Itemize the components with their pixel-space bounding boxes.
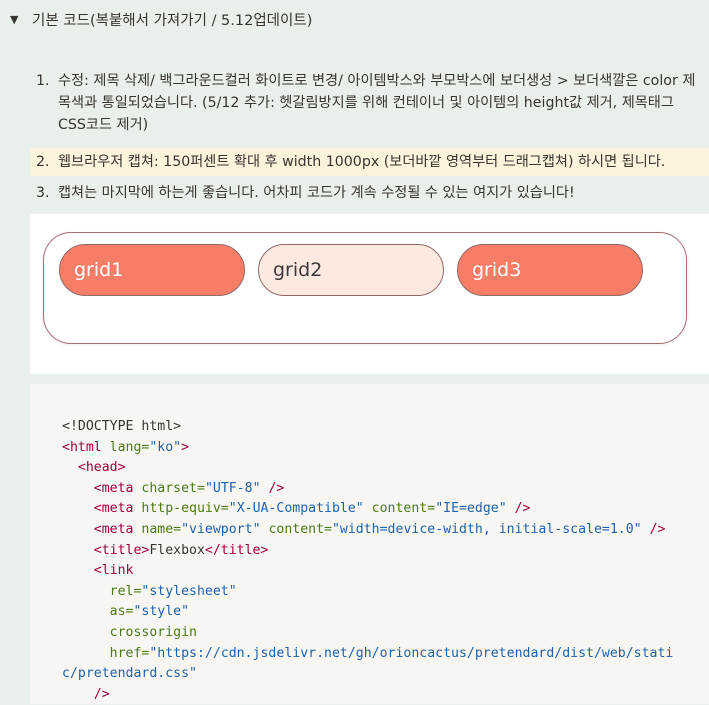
code-token: "IE=edge" <box>435 501 507 517</box>
code-token: rel= <box>109 583 142 599</box>
code-token: "viewport" <box>181 521 261 537</box>
code-token: /> <box>93 686 110 702</box>
code-line: crossorigin <box>62 623 702 644</box>
code-token: href= <box>109 645 150 661</box>
toggle-title: 기본 코드(복붙해서 가져가기 / 5.12업데이트) <box>32 12 313 29</box>
code-token: "ko" <box>149 439 182 455</box>
code-token: "X-UA-Compatible" <box>228 501 364 517</box>
code-line: <link <box>62 561 702 582</box>
code-token: /> <box>641 521 666 537</box>
code-token: <meta <box>93 480 134 496</box>
flexbox-preview-image: grid1 grid2 grid3 <box>30 214 709 374</box>
code-line: <meta charset="UTF-8" /> <box>62 479 702 500</box>
code-token: charset= <box>133 480 205 496</box>
code-token: lang= <box>101 439 150 455</box>
code-token: /> <box>260 480 285 496</box>
code-line: /> <box>62 685 702 705</box>
code-token: c/pretendard.css" <box>62 666 197 682</box>
list-number: 3. <box>36 185 50 201</box>
code-lines: <!DOCTYPE html> <html lang="ko"> <head> … <box>62 417 702 705</box>
code-token: name= <box>133 521 182 537</box>
toggle-block-header[interactable]: ▼ 기본 코드(복붙해서 가져가기 / 5.12업데이트) <box>0 0 709 38</box>
code-line: <meta http-equiv="X-UA-Compatible" conte… <box>62 499 702 520</box>
code-line: <head> <box>62 458 702 479</box>
code-token: <meta <box>93 501 134 517</box>
code-line: rel="stylesheet" <box>62 582 702 603</box>
code-token: Flexbox <box>149 542 205 558</box>
code-token: "width=device-width, initial-scale=1.0" <box>331 521 642 537</box>
grid-item-3: grid3 <box>457 244 643 296</box>
code-token: "https://cdn.jsdelivr.net/gh/orioncactus… <box>149 645 674 661</box>
code-token: </title> <box>204 542 269 558</box>
list-text: 캡쳐는 마지막에 하는게 좋습니다. 어차피 코드가 계속 수정될 수 있는 여… <box>58 185 575 201</box>
code-line: href="https://cdn.jsdelivr.net/gh/orionc… <box>62 644 702 665</box>
list-number: 2. <box>36 154 50 170</box>
code-token: "style" <box>133 604 190 620</box>
list-text: 웹브라우저 캡쳐: 150퍼센트 확대 후 width 1000px (보더바깥… <box>58 154 666 170</box>
code-token: <title> <box>93 542 150 558</box>
code-token: as= <box>109 604 134 620</box>
grid-item-2: grid2 <box>258 244 444 296</box>
code-token: <html <box>62 439 102 455</box>
code-line: <html lang="ko"> <box>62 438 702 459</box>
code-block[interactable]: <!DOCTYPE html> <html lang="ko"> <head> … <box>30 384 709 704</box>
code-line: <title>Flexbox</title> <box>62 541 702 562</box>
numbered-list: 1. 수정: 제목 삭제/ 백그라운드컬러 화이트로 변경/ 아이템박스와 부모… <box>30 70 709 201</box>
code-line: as="style" <box>62 602 702 623</box>
code-token: "stylesheet" <box>141 583 237 599</box>
code-token: <!DOCTYPE html> <box>62 419 182 434</box>
code-token: crossorigin <box>109 624 197 640</box>
code-line: <meta name="viewport" content="width=dev… <box>62 520 702 541</box>
code-token: <head> <box>77 460 126 476</box>
list-number: 1. <box>36 73 50 89</box>
list-item: 3. 캡쳐는 마지막에 하는게 좋습니다. 어차피 코드가 계속 수정될 수 있… <box>30 182 709 206</box>
code-token: <link <box>93 563 134 579</box>
code-token: content= <box>363 501 436 517</box>
code-token: content= <box>260 521 332 537</box>
list-item-highlighted: 2. 웹브라우저 캡쳐: 150퍼센트 확대 후 width 1000px (보… <box>30 148 709 176</box>
list-item: 1. 수정: 제목 삭제/ 백그라운드컬러 화이트로 변경/ 아이템박스와 부모… <box>30 70 709 142</box>
code-token: /> <box>506 501 531 517</box>
code-line: <!DOCTYPE html> <box>62 417 702 438</box>
code-token: "UTF-8" <box>204 480 261 496</box>
list-text: 수정: 제목 삭제/ 백그라운드컬러 화이트로 변경/ 아이템박스와 부모박스에… <box>58 73 696 133</box>
code-token: <meta <box>93 521 134 537</box>
code-token: > <box>181 439 190 455</box>
code-token: http-equiv= <box>133 501 229 517</box>
toggle-arrow-icon[interactable]: ▼ <box>10 13 22 26</box>
grid-item-1: grid1 <box>59 244 245 296</box>
code-line: c/pretendard.css" <box>62 664 702 685</box>
